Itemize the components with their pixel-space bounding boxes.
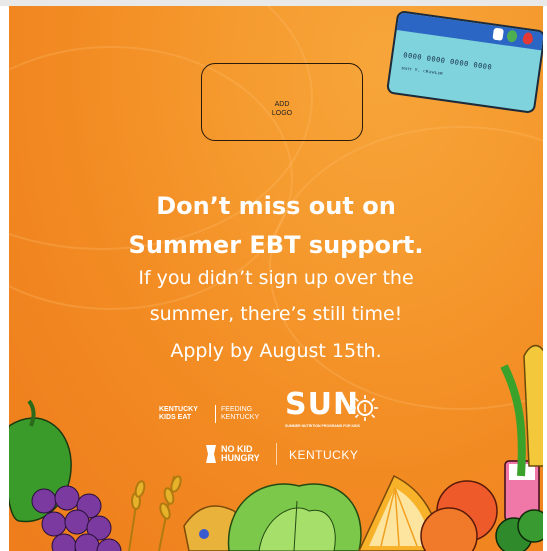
- peach-icon: [420, 480, 498, 551]
- produce-illustration: [9, 344, 543, 551]
- wheat-icon: [128, 475, 182, 551]
- lettuce-icon: [227, 483, 362, 551]
- screenshot-frame: ADD LOGO 0000 0000 0000 0000 ᴍᴀᴛᴛ ʏ. ᴄʀᴀ…: [0, 0, 547, 551]
- flyer-poster: ADD LOGO 0000 0000 0000 0000 ᴍᴀᴛᴛ ʏ. ᴄʀᴀ…: [9, 6, 543, 551]
- corn-icon: [500, 344, 543, 477]
- grapes-icon: [31, 485, 122, 551]
